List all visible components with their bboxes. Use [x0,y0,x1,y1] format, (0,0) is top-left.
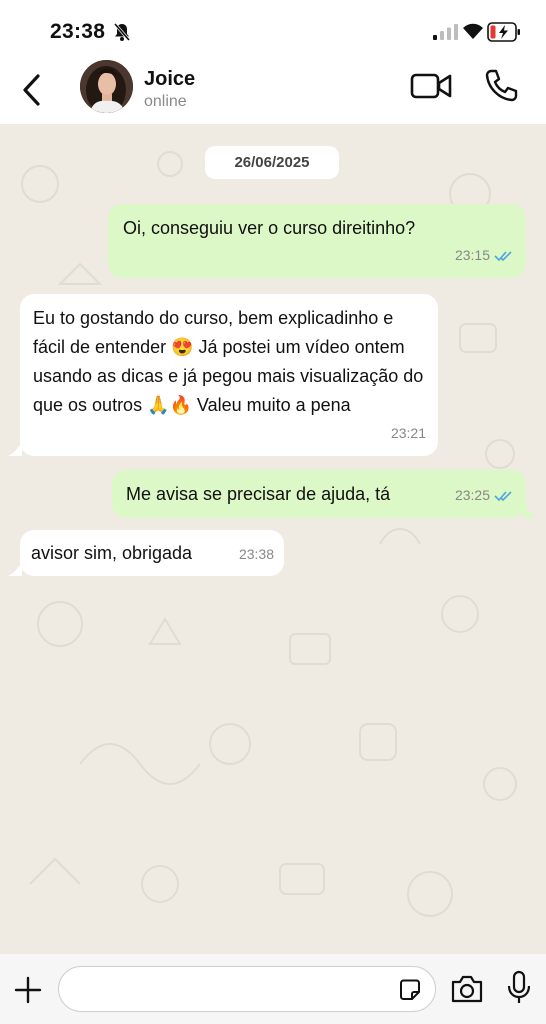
message-input[interactable] [75,977,385,1003]
input-bar [0,954,546,1024]
message-time: 23:21 [390,425,426,441]
wifi-icon [463,23,483,39]
message-text: Oi, conseguiu ver o curso direitinho? [123,218,416,238]
signal-icon [433,24,458,40]
read-ticks-icon [494,490,512,501]
message-meta: 23:15 [455,241,514,270]
message-time: 23:38 [238,546,274,562]
message-meta: 23:21 [391,419,426,448]
message-time: 23:25 [454,487,490,503]
chat-header: Joice online [0,60,546,124]
message-bubble-outgoing[interactable]: Me avisa se precisar de ajuda, tá 23:25 [112,470,526,518]
bell-slash-icon [113,23,131,41]
message-input-box[interactable] [58,966,436,1012]
back-arrow-icon[interactable] [18,68,46,108]
contact-name[interactable]: Joice [144,68,195,91]
phone-call-icon[interactable] [484,68,518,102]
message-meta: 23:38 [239,540,274,569]
message-bubble-outgoing[interactable]: Oi, conseguiu ver o curso direitinho? 23… [108,204,526,278]
microphone-icon[interactable] [506,970,532,1006]
battery-charging-icon [487,22,520,42]
message-time: 23:15 [454,247,490,263]
status-bar: 23:38 [0,0,546,60]
message-bubble-incoming[interactable]: Eu to gostando do curso, bem explicadinh… [20,294,438,456]
date-separator: 26/06/2025 [205,146,339,179]
camera-icon[interactable] [450,974,484,1004]
status-time: 23:38 [50,20,106,43]
avatar[interactable] [80,60,133,113]
sticker-icon[interactable] [397,977,423,1003]
contact-status: online [144,93,187,110]
message-bubble-incoming[interactable]: avisor sim, obrigada 23:38 [20,530,284,576]
plus-icon[interactable] [14,976,42,1004]
chat-area[interactable]: 26/06/2025 Oi, conseguiu ver o curso dir… [0,124,546,954]
bubble-tail [524,504,538,518]
message-meta: 23:25 [455,481,514,510]
message-text: Me avisa se precisar de ajuda, tá [126,484,391,504]
message-text: Eu to gostando do curso, bem explicadinh… [33,308,424,415]
read-ticks-icon [494,250,512,261]
video-call-icon[interactable] [410,70,452,102]
message-text: avisor sim, obrigada [31,543,193,563]
